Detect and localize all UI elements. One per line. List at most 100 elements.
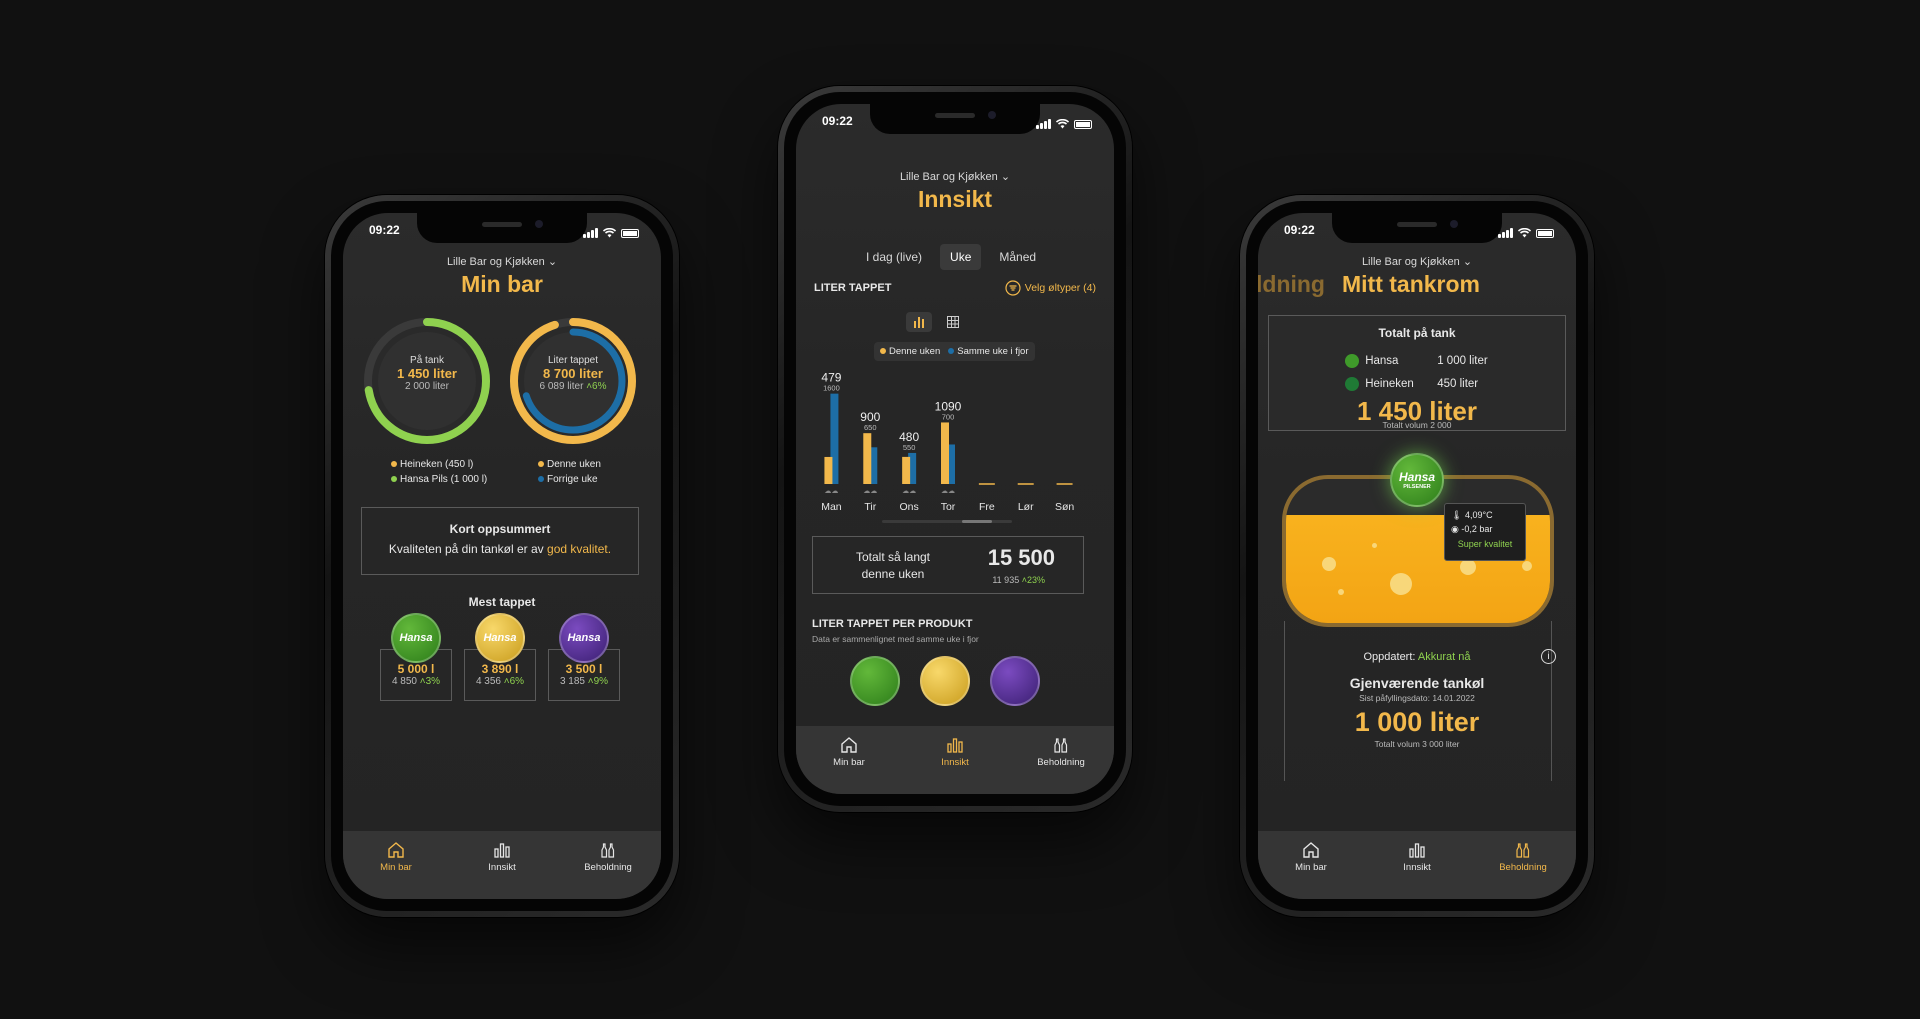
bar-prev-value-label: 550 (903, 443, 916, 452)
segment-month[interactable]: Måned (989, 244, 1046, 270)
tab-innsikt[interactable]: Innsikt (1372, 841, 1462, 899)
legend-label: Samme uke i fjor (957, 346, 1029, 357)
ring-value: 8 700 liter (543, 366, 603, 381)
temperature-value: 4,09°C (1464, 510, 1493, 520)
tab-bar: Min bar Innsikt Beholdning (796, 726, 1114, 794)
legend-on-tank: Heineken (450 l) Hansa Pils (1 000 l) (391, 457, 487, 487)
summary-card: Kort oppsummert Kvaliteten på din tankøl… (361, 507, 639, 575)
ring-on-tank-text: På tank 1 450 liter 2 000 liter (361, 355, 493, 392)
badge-label: Hansa (567, 632, 601, 644)
filter-label: Velg øltyper (4) (1024, 282, 1096, 294)
tab-min-bar[interactable]: Min bar (351, 841, 441, 899)
signal-icon (1036, 119, 1051, 129)
tank-total-sub: Totalt volum 2 000 (1382, 420, 1452, 430)
bar-this-week (824, 456, 833, 484)
updated-label: Oppdatert: (1363, 651, 1416, 663)
table-view-button[interactable] (940, 312, 966, 332)
hansa-pilsener-badge-icon: Hansa PILSENER (1390, 453, 1444, 507)
total-value: 15 500 (987, 545, 1055, 570)
hansa-ipa-badge-icon (990, 656, 1040, 706)
weather-icon: ☁☁ (902, 487, 916, 495)
filter-beer-types-button[interactable]: Velg øltyper (4) (1005, 280, 1096, 296)
home-icon (388, 842, 404, 858)
total-prev: 11 935 (992, 575, 1020, 585)
filter-icon (1005, 280, 1021, 296)
venue-selector[interactable]: Lille Bar og Kjøkken ⌄ (1258, 255, 1576, 268)
page-title: Min bar (461, 271, 543, 297)
status-bar: 09:22 (796, 114, 1114, 134)
hansa-yellow-badge-icon (920, 656, 970, 706)
product-prev: 4 356 (475, 676, 501, 687)
signal-icon (583, 228, 598, 238)
hansa-badge-icon: Hansa (391, 613, 441, 663)
bar-chart-icon (494, 843, 510, 858)
remaining-sub: Sist påfyllingsdato: 14.01.2022 (1359, 693, 1475, 703)
tab-min-bar[interactable]: Min bar (804, 736, 894, 794)
battery-icon (1074, 119, 1092, 129)
quality-label: Super kvalitet (1457, 539, 1513, 549)
most-tapped-title: Mest tappet (468, 595, 536, 609)
ring-label: Liter tappet (547, 355, 599, 366)
hansa-badge-icon (850, 656, 900, 706)
x-tick-label: Tir (864, 501, 876, 513)
tab-beholdning[interactable]: Beholdning (563, 841, 653, 899)
bar-prev-value-label: 700 (942, 412, 955, 421)
venue-label: Lille Bar og Kjøkken (446, 256, 545, 268)
chart-legend: Denne uken Samme uke i fjor (874, 342, 1035, 361)
bar-value-label: 1090 (935, 399, 962, 413)
legend-item: Heineken (450 l) (391, 457, 487, 472)
remaining-value: 1 000 liter (1354, 707, 1480, 737)
section-label: LITER TAPPET (814, 282, 892, 294)
remaining-heading: Gjenværende tankøl (1349, 675, 1485, 691)
bar-chart-icon (1409, 843, 1425, 858)
venue-selector[interactable]: Lille Bar og Kjøkken ⌄ (796, 170, 1114, 183)
tank-sensor-tooltip: 🌡 4,09°C ◉ -0,2 bar Super kvalitet (1444, 503, 1526, 561)
temperature-row: 🌡 4,09°C (1451, 510, 1519, 521)
per-product-heading: LITER TAPPET PER PRODUKT (812, 618, 973, 630)
bar-this-week (941, 422, 949, 484)
ring-label: På tank (410, 355, 444, 366)
updated-row: Oppdatert: Akkurat nå (1258, 651, 1576, 663)
tab-label: Min bar (833, 757, 865, 768)
product-value: 3 500 l (565, 662, 603, 676)
product-delta: 3% (425, 676, 441, 687)
tab-label: Beholdning (584, 862, 632, 873)
bottles-icon (601, 843, 615, 858)
wifi-icon (603, 228, 616, 238)
tab-innsikt[interactable]: Innsikt (910, 736, 1000, 794)
pressure-value: -0,2 bar (1461, 524, 1493, 534)
badge-label: Hansa (1398, 470, 1436, 484)
pressure-row: ◉ -0,2 bar (1451, 524, 1519, 535)
total-delta: 23% (1026, 575, 1045, 585)
segment-today[interactable]: I dag (live) (856, 244, 932, 270)
info-icon[interactable]: i (1541, 649, 1556, 664)
segment-week[interactable]: Uke (940, 244, 982, 270)
remaining-total: Totalt volum 3 000 liter (1374, 739, 1460, 749)
tab-min-bar[interactable]: Min bar (1266, 841, 1356, 899)
badge-label: Hansa (483, 632, 517, 644)
legend-item: Denne uken (880, 346, 940, 357)
battery-icon (1536, 228, 1554, 238)
tab-label: Min bar (1295, 862, 1327, 873)
bar-value-label: 900 (860, 410, 880, 424)
summary-highlight: god kvalitet. (547, 542, 612, 556)
venue-selector[interactable]: Lille Bar og Kjøkken ⌄ (343, 255, 661, 268)
status-time: 09:22 (369, 223, 400, 237)
ring-sub: 6 089 liter (539, 381, 584, 392)
bar-this-week (902, 456, 911, 484)
bar-view-button[interactable] (906, 312, 932, 332)
hansa-logo-icon (1345, 353, 1359, 368)
tab-beholdning[interactable]: Beholdning (1478, 841, 1568, 899)
thermometer-icon: 🌡 (1451, 510, 1463, 520)
page-title: Mitt tankrom (1342, 271, 1480, 297)
tab-beholdning[interactable]: Beholdning (1016, 736, 1106, 794)
legend-item: Samme uke i fjor (948, 346, 1029, 357)
tab-innsikt[interactable]: Innsikt (457, 841, 547, 899)
tab-label: Beholdning (1499, 862, 1547, 873)
home-icon (841, 737, 857, 753)
total-label: Totalt så langt denne uken (855, 550, 931, 581)
screen-innsikt: 09:22 Lille Bar og Kjøkken ⌄ Innsikt I d… (796, 104, 1114, 794)
liters-tapped-bar-chart: 4791600 ☁☁ Man 900650 ☁☁ Tir 480550 ☁☁ Ons 109070… (821, 371, 1074, 513)
battery-icon (621, 228, 639, 238)
screen-min-bar: 09:22 Lille Bar og Kjøkken ⌄ Min bar På … (343, 213, 661, 899)
